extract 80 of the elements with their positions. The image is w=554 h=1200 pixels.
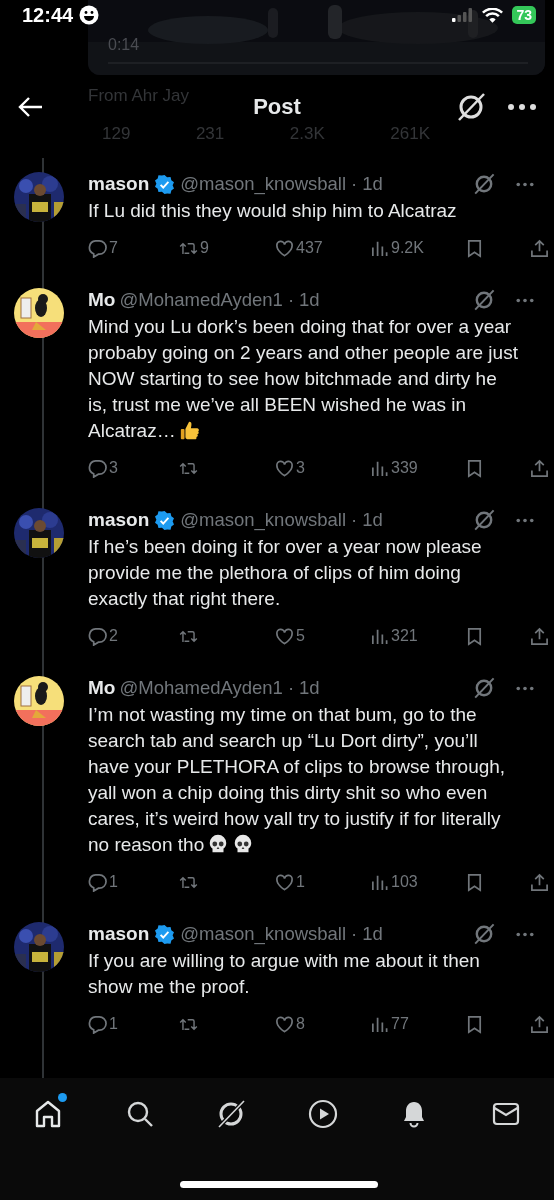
share-icon[interactable] (530, 1014, 549, 1034)
share-icon[interactable] (530, 238, 549, 258)
user-name[interactable]: mason (88, 173, 150, 195)
heart-icon[interactable] (275, 626, 294, 646)
share-icon[interactable] (530, 872, 549, 892)
like-count: 5 (296, 627, 305, 645)
bookmark-icon[interactable] (465, 872, 484, 892)
thumbs-up-icon (178, 419, 201, 441)
back-arrow-icon[interactable] (18, 96, 44, 118)
bookmark-icon[interactable] (465, 626, 484, 646)
slashed-circle-icon[interactable] (456, 92, 486, 122)
separator-dot: · (351, 509, 358, 531)
page-title: Post (253, 94, 301, 120)
view-count: 103 (391, 873, 418, 891)
separator-dot: · (287, 677, 295, 699)
reply-icon[interactable] (88, 238, 107, 258)
view-count: 77 (391, 1015, 409, 1033)
stat-count: 261K (390, 124, 430, 144)
reply-icon[interactable] (88, 872, 107, 892)
battery-indicator: 73 (512, 6, 536, 24)
reply-count: 7 (109, 239, 118, 257)
smiley-icon (79, 5, 100, 25)
reply-icon[interactable] (88, 458, 107, 478)
user-handle[interactable]: @mason_knowsball (180, 509, 347, 531)
reply-count: 2 (109, 627, 118, 645)
user-name[interactable]: Mo (88, 677, 116, 699)
reply-text: I’m not wasting my time on that bum, go to the search tab and search up “Lu Dort dirty”, you’ll have your PLETHORA of clips to browse through, yall won a chip doing this dirty shit so who even cares, it’s weird how yall try to justify if for literally no reason tho (88, 703, 507, 857)
post-time: 1d (299, 677, 320, 699)
reply-icon[interactable] (88, 626, 107, 646)
heart-icon[interactable] (275, 872, 294, 892)
reply-text: If he’s been doing it for over a year now please provide me the plethora of clips of him doing exactly that right there. (88, 535, 483, 611)
heart-icon[interactable] (275, 458, 294, 478)
reply-text: Mind you Lu dork’s been doing that for over a year probaby going on 2 years and other people are just NOW starting to see how bitchmade and dirty he is, trust me we’ve all BEEN wished he was in Alcatraz… (88, 315, 518, 443)
view-count: 339 (391, 459, 418, 477)
user-name[interactable]: Mo (88, 289, 116, 311)
more-icon[interactable] (508, 104, 536, 110)
separator-dot: · (351, 923, 358, 945)
stat-count: 231 (195, 124, 225, 144)
stat-count: 129 (102, 124, 131, 144)
share-icon[interactable] (530, 626, 549, 646)
bookmark-icon[interactable] (465, 458, 484, 478)
heart-icon[interactable] (275, 238, 294, 258)
reply-text: If Lu did this they would ship him to Alcatraz (88, 199, 458, 223)
user-handle[interactable]: @mason_knowsball (180, 173, 347, 195)
post-time: 1d (362, 509, 383, 531)
reply-count: 1 (109, 873, 118, 891)
bookmark-icon[interactable] (465, 1014, 484, 1034)
stat-count: 2.3K (289, 124, 325, 144)
signal-icon (452, 8, 473, 22)
post-time: 1d (299, 289, 320, 311)
reply-count: 1 (109, 1015, 118, 1033)
like-count: 437 (296, 239, 323, 257)
view-count: 9.2K (391, 239, 424, 257)
video-time: 0:14 (108, 36, 140, 54)
user-handle[interactable]: @MohamedAyden1 (119, 289, 283, 311)
separator-dot: · (351, 173, 358, 195)
like-count: 3 (296, 459, 305, 477)
home-icon (33, 1099, 63, 1129)
reply-text: If you are willing to argue with me about it then show me the proof. (88, 949, 481, 999)
view-count: 321 (391, 627, 418, 645)
reply-count: 3 (109, 459, 118, 477)
share-icon[interactable] (530, 458, 549, 478)
repost-count: 9 (200, 239, 209, 257)
user-handle[interactable]: @MohamedAyden1 (119, 677, 283, 699)
post-time: 1d (362, 173, 383, 195)
slashed-circle-icon (216, 1099, 247, 1129)
post-time: 1d (362, 923, 383, 945)
separator-dot: · (287, 289, 295, 311)
clock: 12:44 (22, 3, 74, 27)
source-label: From Ahr Jay (88, 86, 190, 105)
user-name[interactable]: mason (88, 923, 150, 945)
reply-icon[interactable] (88, 1014, 107, 1034)
like-count: 1 (296, 873, 305, 891)
heart-icon[interactable] (275, 1014, 294, 1034)
bookmark-icon[interactable] (465, 238, 484, 258)
user-name[interactable]: mason (88, 509, 150, 531)
user-handle[interactable]: @mason_knowsball (180, 923, 347, 945)
like-count: 8 (296, 1015, 305, 1033)
play-icon (307, 1099, 338, 1129)
wifi-icon (482, 7, 504, 23)
